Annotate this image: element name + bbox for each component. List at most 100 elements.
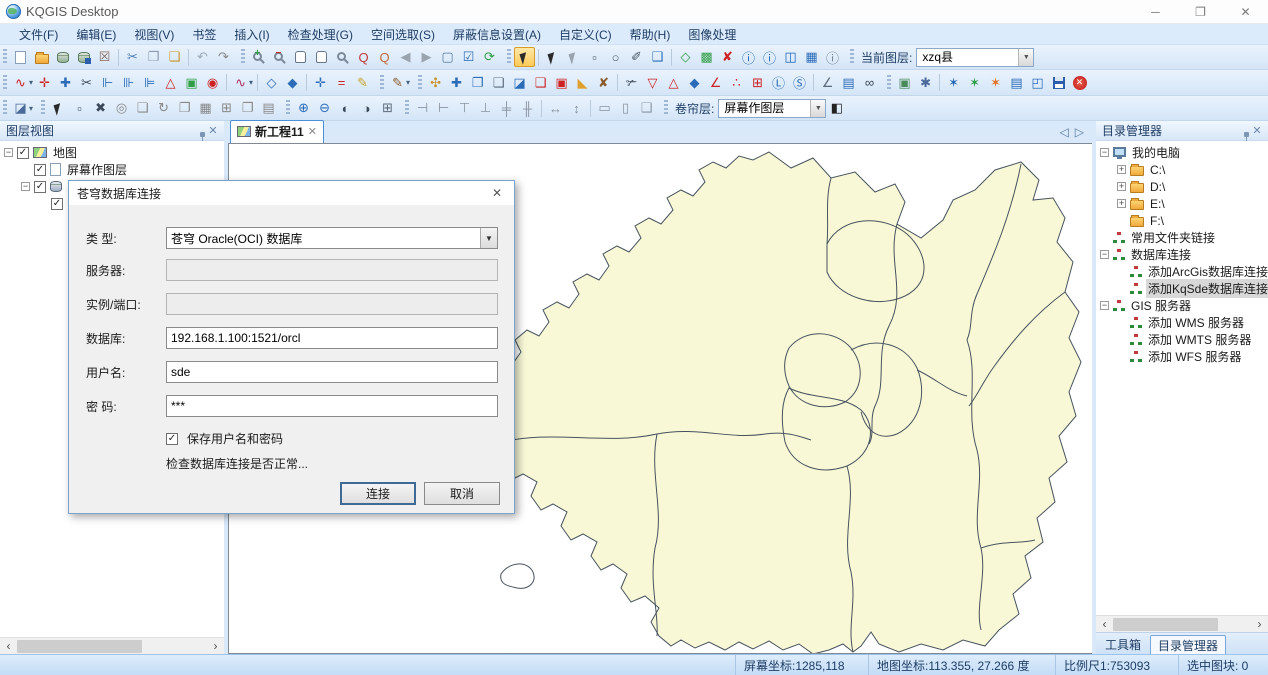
tab-new-project-11[interactable]: 新工程11 ✕: [230, 120, 324, 143]
object-zoom-button[interactable]: ◎: [111, 98, 132, 118]
toolbox-tab[interactable]: 工具箱: [1098, 635, 1148, 655]
select-window-button[interactable]: ❑: [647, 47, 668, 67]
layer-screen-drawing[interactable]: ✓屏幕作图层: [0, 161, 224, 178]
frame-dashed-tall-button[interactable]: ▯: [615, 98, 636, 118]
fixed-zoom-out-button[interactable]: Q: [374, 47, 395, 67]
center-vertical-button[interactable]: ╫: [517, 98, 538, 118]
split-node-button[interactable]: ✃: [621, 73, 642, 93]
identify-grid-button[interactable]: ▦: [801, 47, 822, 67]
gis-servers[interactable]: −GIS 服务器: [1096, 297, 1268, 314]
collapse-icon[interactable]: −: [4, 148, 13, 157]
cancel-button[interactable]: 取消: [424, 482, 500, 505]
toolbar-grip[interactable]: [286, 100, 290, 116]
collapse-icon[interactable]: −: [1100, 250, 1109, 259]
label-area-button[interactable]: Ⓢ: [789, 73, 810, 93]
expand-icon[interactable]: +: [1117, 182, 1126, 191]
object-select-button[interactable]: [48, 98, 69, 118]
diamond-node-button[interactable]: ◆: [684, 73, 705, 93]
toolbar-grip[interactable]: [664, 100, 668, 116]
toolbar-grip[interactable]: [3, 49, 7, 65]
center-horizontal-button[interactable]: ╪: [496, 98, 517, 118]
split-equal-button[interactable]: ⊩: [97, 73, 118, 93]
pattern-select-button[interactable]: ▩: [696, 47, 717, 67]
align-bottom-button[interactable]: ⊥: [475, 98, 496, 118]
same-height-button[interactable]: ↕: [566, 98, 587, 118]
object-select-add-button[interactable]: ▫: [69, 98, 90, 118]
object-attach-button[interactable]: ❏: [132, 98, 153, 118]
toolbar-grip[interactable]: [380, 75, 384, 91]
tab-scroll-next-icon[interactable]: ▷: [1075, 125, 1084, 139]
cut-button[interactable]: ✂: [122, 47, 143, 67]
drive-d[interactable]: +D:\: [1096, 178, 1268, 195]
frame-dashed-button[interactable]: ▭: [594, 98, 615, 118]
tab-scroll-prev-icon[interactable]: ◁: [1060, 125, 1069, 139]
zoom-in-button[interactable]: [248, 47, 269, 67]
menu-check-process[interactable]: 检查处理(G): [279, 24, 362, 45]
connect-button[interactable]: 连接: [340, 482, 416, 505]
collapse-icon[interactable]: −: [21, 182, 30, 191]
select-by-polygon-button[interactable]: ◇: [675, 47, 696, 67]
redo-button[interactable]: ↷: [213, 47, 234, 67]
object-copy-button[interactable]: ❐: [237, 98, 258, 118]
my-computer[interactable]: −我的电脑: [1096, 144, 1268, 161]
merge-features-button[interactable]: △: [160, 73, 181, 93]
mirror-shape-button[interactable]: ❏: [488, 73, 509, 93]
database-connections[interactable]: −数据库连接: [1096, 246, 1268, 263]
swipe-tool-button[interactable]: ◧: [826, 98, 847, 118]
add-wms-server[interactable]: 添加 WMS 服务器: [1096, 314, 1268, 331]
undo-button[interactable]: ↶: [192, 47, 213, 67]
region-style-button[interactable]: ◪: [10, 98, 31, 118]
close-icon[interactable]: ✕: [1250, 124, 1264, 137]
set-square-button[interactable]: ◣: [572, 73, 593, 93]
chevron-down-icon[interactable]: ▾: [249, 78, 253, 87]
snap-point-button[interactable]: ✛: [310, 73, 331, 93]
expand-icon[interactable]: +: [1117, 165, 1126, 174]
chevron-down-icon[interactable]: ▾: [29, 104, 33, 113]
select-by-circle-button[interactable]: ○: [605, 47, 626, 67]
select-button[interactable]: [514, 47, 535, 67]
align-left-button[interactable]: ⊣: [412, 98, 433, 118]
toolbar-grip[interactable]: [3, 75, 7, 91]
object-paste-button[interactable]: ▤: [258, 98, 279, 118]
zoom-attributes-button[interactable]: ◰: [1027, 73, 1048, 93]
hollow-shape-button[interactable]: ▣: [551, 73, 572, 93]
object-grid-button[interactable]: ▦: [195, 98, 216, 118]
edit-sketch-button[interactable]: ✎: [387, 73, 408, 93]
menu-mask-info-settings[interactable]: 屏蔽信息设置(A): [444, 24, 550, 45]
split-length-button[interactable]: ⊫: [139, 73, 160, 93]
pan-button[interactable]: [290, 47, 311, 67]
menu-image-process[interactable]: 图像处理: [679, 24, 745, 45]
attribute-list-button[interactable]: ▤: [1006, 73, 1027, 93]
rotate-feature-button[interactable]: ✣: [425, 73, 446, 93]
remove-node-button[interactable]: △: [663, 73, 684, 93]
chevron-down-icon[interactable]: ▼: [810, 100, 825, 117]
move-shape-button[interactable]: ✚: [446, 73, 467, 93]
align-right-button[interactable]: ⊢: [433, 98, 454, 118]
object-delete-button[interactable]: ✖: [90, 98, 111, 118]
full-extent-button[interactable]: ▢: [437, 47, 458, 67]
drive-f[interactable]: F:\: [1096, 212, 1268, 229]
zoom-window-button[interactable]: [332, 47, 353, 67]
add-point-select-button[interactable]: ✶: [943, 73, 964, 93]
move-feature-button[interactable]: ✚: [55, 73, 76, 93]
toolbar-grip[interactable]: [41, 100, 45, 116]
select-feature-button[interactable]: [542, 47, 563, 67]
toolbar-grip[interactable]: [3, 100, 7, 116]
clear-selection-button[interactable]: ✘: [717, 47, 738, 67]
catalog-panel-hscrollbar[interactable]: ‹ ›: [1096, 615, 1268, 632]
add-vertex-button[interactable]: ✛: [34, 73, 55, 93]
menu-spatial-select[interactable]: 空间选取(S): [362, 24, 444, 45]
object-grid-plus-button[interactable]: ⊞: [216, 98, 237, 118]
select-by-lasso-button[interactable]: ✐: [626, 47, 647, 67]
add-point-orange-button[interactable]: ✶: [985, 73, 1006, 93]
scale-bar-button[interactable]: ▤: [838, 73, 859, 93]
fill-shape-button[interactable]: ◪: [509, 73, 530, 93]
scroll-left-icon[interactable]: ‹: [0, 639, 17, 653]
view-rotate-button[interactable]: ◑: [356, 98, 377, 118]
copy-button[interactable]: ❐: [143, 47, 164, 67]
next-view-button[interactable]: ▶: [416, 47, 437, 67]
view-center-button[interactable]: ⊞: [377, 98, 398, 118]
toolbar-grip[interactable]: [887, 75, 891, 91]
overlay-shape-button[interactable]: ❑: [530, 73, 551, 93]
drive-c[interactable]: +C:\: [1096, 161, 1268, 178]
